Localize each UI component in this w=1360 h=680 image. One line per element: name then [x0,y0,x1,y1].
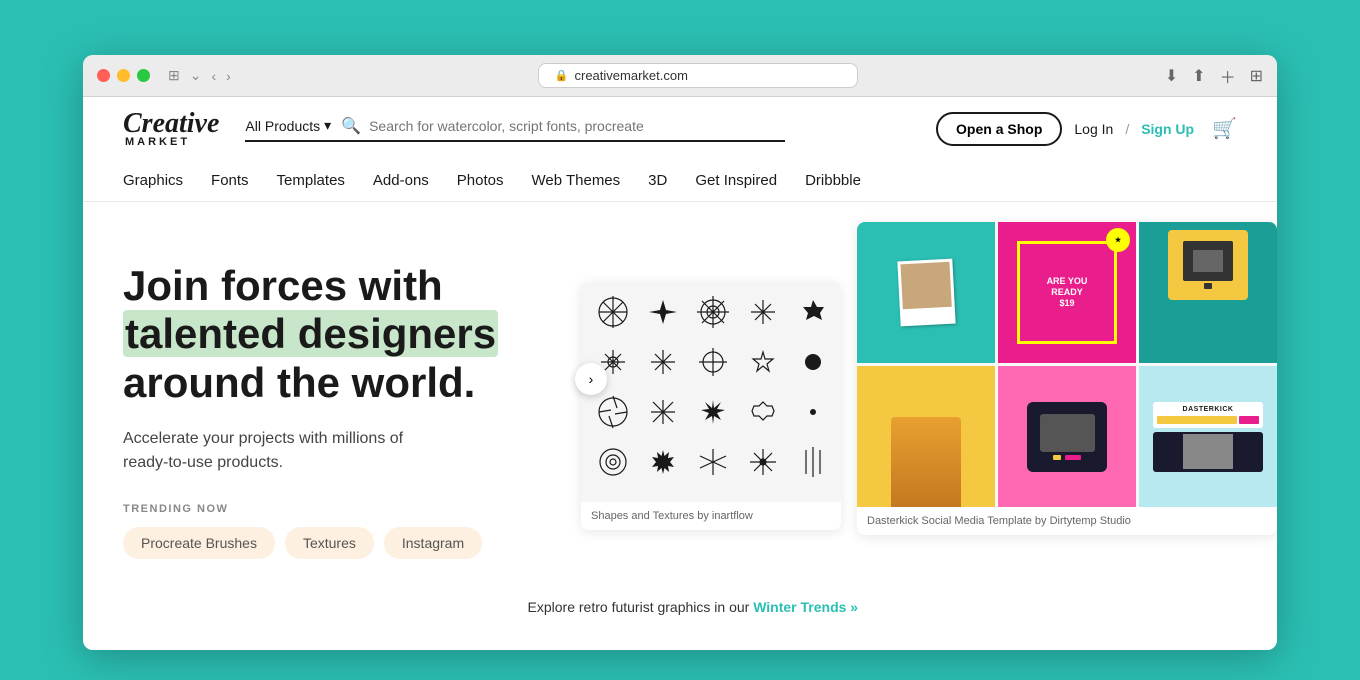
close-button[interactable] [97,69,110,82]
maximize-button[interactable] [137,69,150,82]
nav-graphics[interactable]: Graphics [123,172,183,189]
slide-nav-button[interactable]: › [575,363,607,395]
social-media-grid: ARE YOUREADY$19 ★ [857,222,1277,507]
nav-addons[interactable]: Add-ons [373,172,429,189]
login-button[interactable]: Log In [1074,121,1113,137]
search-icon: 🔍 [341,116,361,136]
search-input[interactable] [369,118,785,134]
back-icon[interactable]: ‹ [211,68,216,84]
cart-icon[interactable]: 🛒 [1212,116,1237,141]
divider: / [1125,121,1129,137]
hero-subtext: Accelerate your projects with millions o… [123,427,603,475]
minimize-button[interactable] [117,69,130,82]
nav-dribbble[interactable]: Dribbble [805,172,861,189]
right-card-caption: Dasterkick Social Media Template by Dirt… [857,507,1277,535]
left-card-caption: Shapes and Textures by inartflow [581,502,841,530]
search-dropdown[interactable]: All Products ▾ [245,117,331,134]
lock-icon: 🔒 [555,69,569,82]
search-dropdown-label: All Products [245,118,320,134]
hero-heading-line3: around the world. [123,359,475,406]
shapes-card[interactable]: Shapes and Textures by inartflow [581,282,841,530]
tag-procreate-brushes[interactable]: Procreate Brushes [123,527,275,559]
hero-images: › [581,222,1277,535]
social-media-card[interactable]: ARE YOUREADY$19 ★ [857,222,1277,535]
chevron-down-icon[interactable]: ⌄ [190,67,202,84]
nav-templates[interactable]: Templates [277,172,345,189]
nav-fonts[interactable]: Fonts [211,172,249,189]
nav-web-themes[interactable]: Web Themes [532,172,621,189]
logo-creative: Creative [123,108,219,139]
new-tab-icon[interactable]: ＋ [1220,64,1236,88]
main-nav: Graphics Fonts Templates Add-ons Photos … [123,160,1237,201]
logo[interactable]: Creative MARKET [123,109,219,148]
download-icon[interactable]: ⬇ [1165,66,1178,86]
sidebar-toggle-icon[interactable]: ⊞ [168,67,180,84]
trending-label: TRENDING NOW [123,503,603,515]
nav-photos[interactable]: Photos [457,172,504,189]
winter-trends-link[interactable]: Winter Trends » [753,599,858,615]
chevron-down-icon: ▾ [324,117,331,134]
open-shop-button[interactable]: Open a Shop [936,112,1062,146]
grid-icon[interactable]: ⊞ [1250,66,1263,86]
hero-heading-line2: talented designers [123,310,498,357]
tag-instagram[interactable]: Instagram [384,527,482,559]
hero-heading-line1: Join forces with [123,262,443,309]
forward-icon[interactable]: › [226,68,231,84]
share-icon[interactable]: ⬆ [1192,66,1205,86]
url-text: creativemarket.com [574,68,687,83]
nav-3d[interactable]: 3D [648,172,667,189]
explore-text: Explore retro futurist graphics in our [528,599,750,615]
tag-textures[interactable]: Textures [285,527,374,559]
trending-tags: Procreate Brushes Textures Instagram [123,527,603,559]
search-bar[interactable]: All Products ▾ 🔍 [245,116,785,142]
signup-button[interactable]: Sign Up [1141,121,1194,137]
nav-get-inspired[interactable]: Get Inspired [695,172,777,189]
address-bar[interactable]: 🔒 creativemarket.com [538,63,858,88]
hero-heading: Join forces with talented designers arou… [123,262,603,407]
